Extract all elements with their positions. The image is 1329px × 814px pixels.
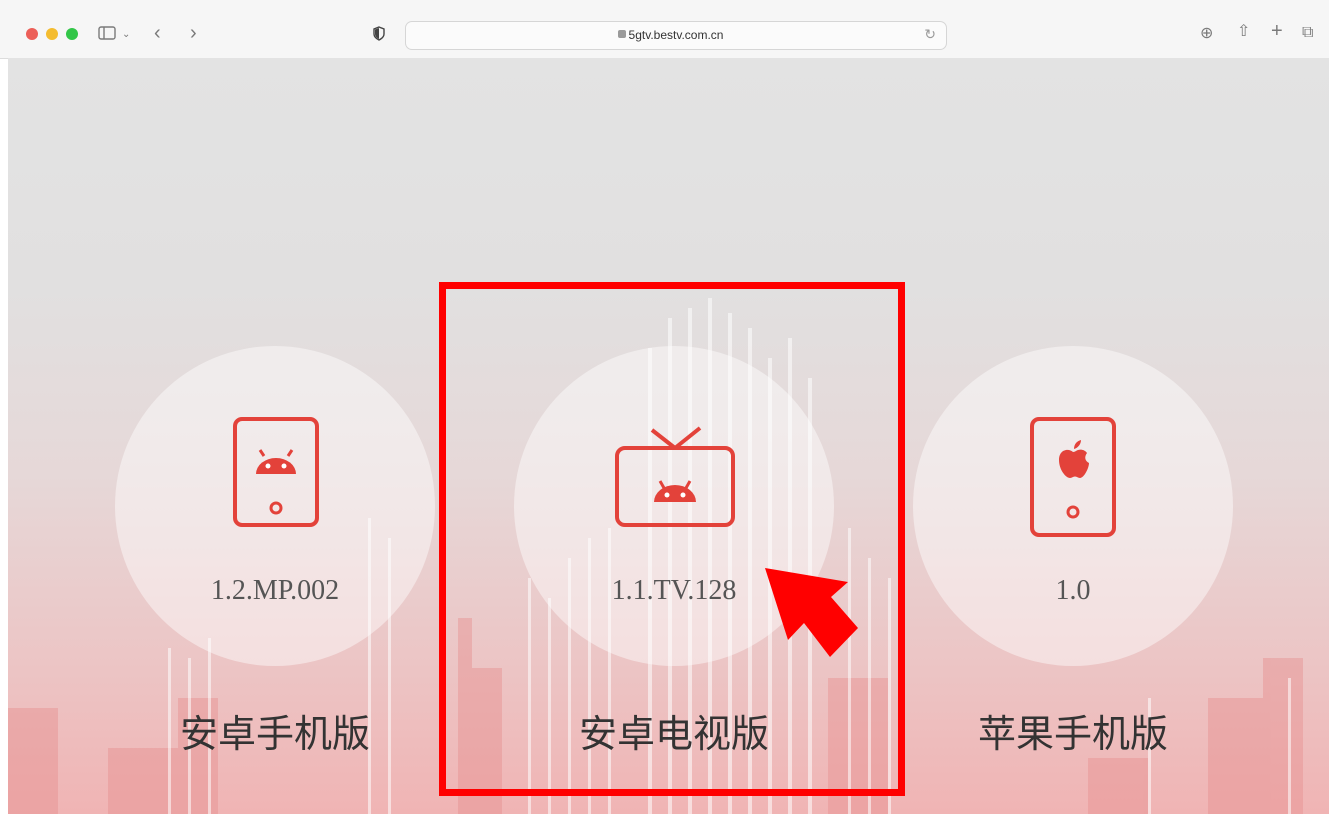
minimize-window-button[interactable] <box>46 28 58 40</box>
reload-icon[interactable]: ↻ <box>924 26 936 43</box>
highlight-box <box>439 282 905 796</box>
new-tab-icon[interactable]: + <box>1271 21 1283 41</box>
app-label[interactable]: 苹果手机版 <box>893 703 1253 758</box>
close-window-button[interactable] <box>26 28 38 40</box>
app-label[interactable]: 安卓手机版 <box>95 703 455 758</box>
sidebar-icon[interactable] <box>98 26 116 40</box>
share-icon[interactable]: ⇧ <box>1237 24 1250 40</box>
download-icon[interactable]: ⊕ <box>1200 26 1213 42</box>
chevron-down-icon[interactable]: ⌄ <box>122 27 130 43</box>
address-bar[interactable]: 5gtv.bestv.com.cn ↻ <box>405 21 947 50</box>
app-version: 1.2.MP.002 <box>210 575 340 606</box>
app-version: 1.0 <box>1055 575 1091 606</box>
forward-button[interactable]: › <box>190 23 197 43</box>
tab-overview-icon[interactable]: ⧉ <box>1302 25 1313 41</box>
pointer-arrow-icon <box>765 568 858 657</box>
zoom-window-button[interactable] <box>66 28 78 40</box>
browser-toolbar: ⌄ ‹ › 5gtv.bestv.com.cn ↻ ⊕ ⇧ + ⧉ <box>0 0 1329 59</box>
url-text: 5gtv.bestv.com.cn <box>628 28 724 42</box>
android-phone-icon <box>233 417 319 527</box>
apple-phone-icon <box>1030 417 1116 537</box>
back-button[interactable]: ‹ <box>154 23 161 43</box>
shield-icon[interactable] <box>373 26 385 41</box>
